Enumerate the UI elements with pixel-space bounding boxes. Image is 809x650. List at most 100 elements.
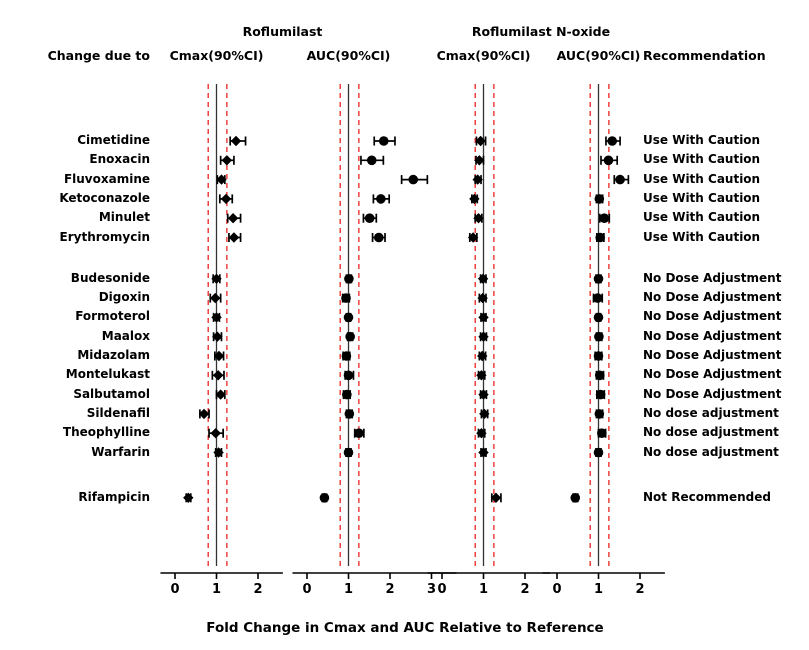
data-point	[183, 492, 194, 503]
data-point	[478, 447, 489, 458]
data-point	[341, 293, 351, 303]
data-point	[475, 135, 487, 147]
column-header-panel-2: Cmax(90%CI)	[436, 48, 531, 63]
data-point	[211, 312, 222, 323]
row-label-drug: Salbutamol	[73, 386, 150, 401]
data-point	[228, 232, 242, 243]
x-tick-label-panel-3: 0	[552, 582, 562, 597]
x-tick-label-panel-2: 0	[437, 582, 447, 597]
marker-circle	[341, 351, 352, 361]
column-header-change-due-to: Change due to	[47, 48, 150, 63]
data-point	[598, 213, 611, 223]
data-point	[593, 312, 604, 323]
data-point	[600, 155, 619, 166]
data-point	[362, 213, 378, 223]
group-title-roflumilast-n-oxide: Roflumilast N-oxide	[471, 24, 611, 39]
x-tick-label-panel-1: 2	[385, 582, 395, 597]
row-recommendation: No Dose Adjustment	[643, 367, 782, 382]
data-point	[477, 350, 488, 362]
row-recommendation: Not Recommended	[643, 489, 771, 504]
x-tick-label-panel-0: 2	[253, 582, 263, 597]
marker-diamond	[212, 370, 224, 381]
marker-circle	[607, 136, 617, 146]
data-point	[469, 193, 480, 205]
row-label-drug: Minulet	[98, 210, 150, 225]
row-recommendation: No Dose Adjustment	[643, 309, 782, 324]
row-label-drug: Rifampicin	[78, 489, 150, 504]
marker-circle	[615, 174, 625, 185]
marker-diamond	[183, 492, 194, 503]
marker-circle	[593, 312, 604, 323]
marker-diamond	[478, 447, 489, 458]
data-point	[371, 232, 386, 243]
marker-circle	[364, 213, 375, 223]
forest-plot-svg	[160, 84, 665, 579]
marker-diamond	[230, 135, 242, 147]
data-point	[209, 292, 222, 304]
data-point	[476, 428, 487, 439]
row-label-drug: Montelukast	[65, 367, 150, 382]
data-point	[593, 274, 604, 284]
data-point	[597, 428, 607, 439]
data-point	[478, 312, 489, 323]
row-recommendation: No Dose Adjustment	[643, 348, 782, 362]
row-label-drug: Midazolam	[77, 348, 150, 362]
data-point	[353, 428, 365, 439]
row-label-drug: Budesonide	[70, 270, 150, 285]
row-recommendation: Use With Caution	[643, 229, 761, 244]
row-label-drug: Theophylline	[62, 425, 150, 440]
marker-circle	[593, 274, 604, 284]
data-point	[605, 136, 621, 146]
row-label-drug: Warfarin	[91, 444, 150, 459]
marker-circle	[592, 293, 603, 303]
row-recommendation: No dose adjustment	[643, 425, 779, 440]
data-point	[467, 232, 479, 243]
data-point	[613, 174, 630, 185]
x-tick-label-panel-1: 3	[426, 582, 437, 597]
row-label-drug: Fluvoxamine	[63, 171, 150, 186]
marker-circle	[599, 213, 610, 223]
marker-diamond	[228, 232, 240, 243]
data-point	[343, 370, 355, 381]
marker-circle	[345, 331, 355, 342]
row-recommendation: No Dose Adjustment	[643, 328, 782, 343]
data-point	[319, 493, 330, 503]
marker-circle	[378, 136, 389, 146]
data-point	[594, 370, 605, 381]
marker-circle	[594, 194, 605, 204]
marker-circle	[366, 155, 377, 166]
forest-plot-figure: Roflumilast Roflumilast N-oxide Change due…	[0, 0, 809, 650]
x-tick-label-panel-0: 0	[170, 582, 180, 597]
data-point	[593, 351, 604, 361]
marker-circle	[344, 274, 354, 284]
data-point	[477, 292, 488, 304]
data-point	[213, 350, 225, 362]
row-recommendation: Use With Caution	[643, 171, 761, 186]
marker-circle	[344, 409, 355, 419]
x-tick-label-panel-2: 1	[478, 582, 489, 597]
data-point	[479, 408, 490, 420]
marker-diamond	[210, 428, 221, 439]
data-point	[219, 155, 235, 166]
data-point	[344, 274, 354, 284]
data-point	[478, 331, 489, 342]
data-point	[216, 174, 227, 185]
row-recommendation: No Dose Adjustment	[643, 386, 782, 401]
row-recommendation: Use With Caution	[643, 133, 761, 147]
marker-circle	[595, 232, 605, 243]
data-point	[476, 370, 487, 381]
data-point	[477, 273, 489, 284]
marker-circle	[594, 370, 605, 381]
data-point	[595, 389, 606, 400]
row-label-drug: Erythromycin	[59, 229, 150, 244]
marker-diamond	[227, 213, 239, 224]
x-tick-label-panel-2: 2	[520, 582, 530, 597]
data-point	[594, 194, 605, 204]
data-point	[215, 389, 226, 400]
row-label-drug: Cimetidine	[77, 133, 150, 147]
row-label-drug: Digoxin	[98, 290, 150, 305]
row-recommendation: No dose adjustment	[643, 444, 779, 459]
data-point	[594, 331, 604, 342]
marker-circle	[343, 312, 354, 323]
data-point	[344, 409, 355, 419]
